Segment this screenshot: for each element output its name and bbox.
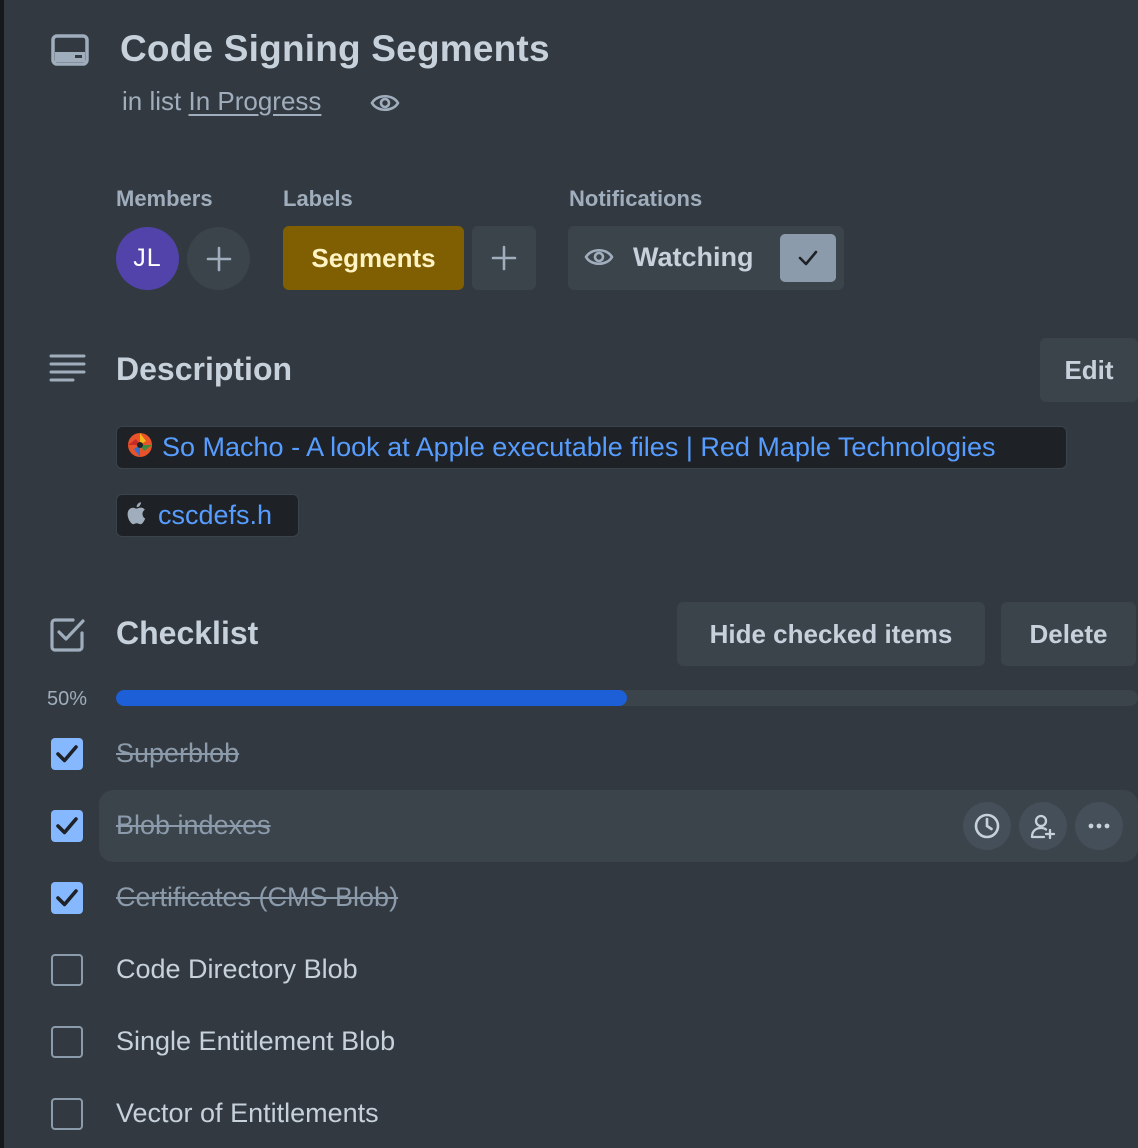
labels-label: Labels (283, 186, 353, 211)
checklist-heading: Checklist (116, 615, 259, 651)
checklist-checkbox[interactable] (51, 1098, 83, 1130)
plus-icon (491, 245, 517, 271)
checklist-checkbox[interactable] (51, 1026, 83, 1058)
checklist-checkbox[interactable] (51, 882, 83, 914)
link-text: So Macho - A look at Apple executable fi… (162, 432, 996, 462)
red-maple-favicon-icon (126, 431, 154, 464)
checklist-item-text[interactable]: Code Directory Blob (116, 954, 358, 985)
link-chip[interactable]: cscdefs.h (116, 494, 299, 537)
checklist-item-text[interactable]: Single Entitlement Blob (116, 1026, 395, 1057)
checklist-item-text[interactable]: Superblob (116, 738, 239, 769)
checklist-item-text[interactable]: Blob indexes (116, 810, 271, 841)
list-location: in list In Progress (122, 86, 321, 117)
checklist-item-text[interactable]: Vector of Entitlements (116, 1098, 379, 1129)
more-icon (1088, 823, 1110, 829)
checklist-icon (49, 615, 87, 653)
eye-icon (584, 244, 614, 275)
watching-check-icon (780, 234, 836, 282)
link-chip[interactable]: So Macho - A look at Apple executable fi… (116, 426, 1067, 469)
hide-checked-button[interactable]: Hide checked items (677, 602, 985, 666)
link-text: cscdefs.h (158, 500, 273, 530)
list-prefix: in list (122, 86, 182, 116)
members-label: Members (116, 186, 213, 211)
avatar[interactable]: JL (116, 227, 179, 290)
add-member-button[interactable] (187, 227, 250, 290)
clock-icon (974, 813, 1000, 839)
edit-description-button[interactable]: Edit (1040, 338, 1138, 402)
checklist-checkbox[interactable] (51, 810, 83, 842)
assign-member-button[interactable] (1019, 802, 1067, 850)
add-label-button[interactable] (472, 226, 536, 290)
watch-label: Watching (633, 242, 754, 272)
label-segments[interactable]: Segments (283, 226, 464, 290)
check-icon (56, 889, 78, 907)
card-icon (49, 32, 91, 72)
list-link[interactable]: In Progress (188, 86, 321, 116)
checklist-checkbox[interactable] (51, 954, 83, 986)
apple-icon (126, 500, 150, 531)
check-icon (56, 817, 78, 835)
progress-bar (116, 690, 1138, 706)
delete-checklist-button[interactable]: Delete (1001, 602, 1136, 666)
card-detail-panel: Code Signing Segments in list In Progres… (4, 0, 1138, 1148)
due-date-button[interactable] (963, 802, 1011, 850)
description-icon (49, 353, 87, 385)
description-heading: Description (116, 351, 293, 387)
progress-fill (116, 690, 627, 706)
checklist-item-text[interactable]: Certificates (CMS Blob) (116, 882, 398, 913)
check-icon (56, 745, 78, 763)
add-member-icon (1030, 814, 1056, 840)
eye-icon (370, 90, 400, 116)
checklist-checkbox[interactable] (51, 738, 83, 770)
card-title[interactable]: Code Signing Segments (120, 28, 550, 70)
plus-icon (206, 246, 231, 271)
notifications-label: Notifications (569, 186, 703, 211)
item-actions-button[interactable] (1075, 802, 1123, 850)
watch-button[interactable]: Watching (568, 226, 844, 290)
progress-percent: 50% (46, 688, 88, 710)
